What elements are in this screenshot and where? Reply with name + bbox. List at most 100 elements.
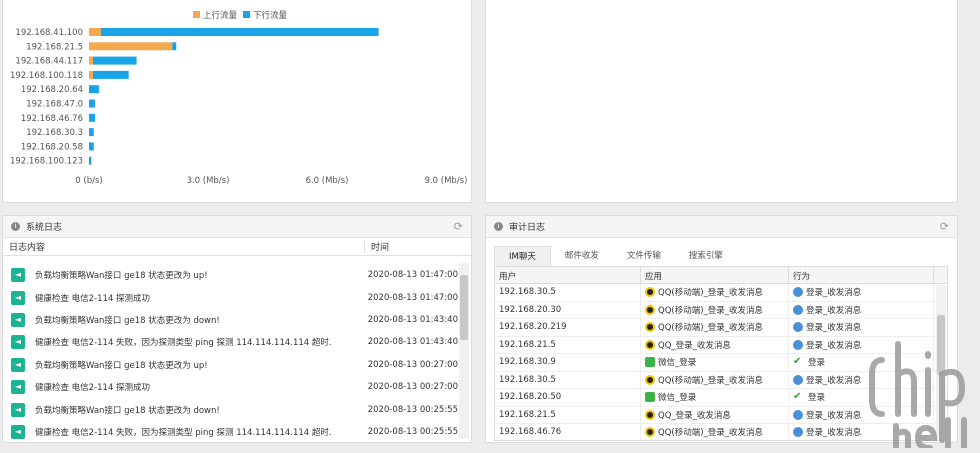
bar-up[interactable] xyxy=(89,56,93,65)
action-text: 登录 xyxy=(808,358,826,369)
bar-down[interactable] xyxy=(89,156,92,165)
cell-user: 192.168.20.30 xyxy=(495,301,641,318)
cell-app: QQ_登录_收发消息 xyxy=(641,336,789,353)
cell-app: QQ(移动端)_登录_收发消息 xyxy=(641,301,789,318)
y-tick-label: 192.168.20.58 xyxy=(21,142,83,152)
megaphone-icon: ◄ xyxy=(11,424,25,439)
treemap-cell[interactable]: 百度网盘_下载 xyxy=(760,6,890,113)
log-text: 健康检查 电信2-114 失败，因为探测类型 ping 探测 114.114.1… xyxy=(34,338,332,349)
col-app[interactable]: 应用 xyxy=(641,267,789,283)
log-col-content[interactable]: 日志内容 xyxy=(3,240,365,253)
log-text: 负载均衡策略Wan接口 ge18 状态更改为 up! xyxy=(34,360,208,371)
log-row: ◄ 负载均衡策略Wan接口 ge18 状态更改为 down! 2020-08-13 … xyxy=(3,398,458,420)
user-ip: 192.168.46.76 xyxy=(499,427,562,438)
bar-up[interactable] xyxy=(89,42,173,51)
user-ip: 192.168.20.219 xyxy=(499,322,567,333)
app-name: QQ_登录_收发消息 xyxy=(658,410,731,421)
action-text: 登录_收发消息 xyxy=(806,323,862,334)
treemap-cell[interactable]: 网络视频_语音_看视频 xyxy=(494,6,760,109)
app-name: QQ(移动端)_登录_收发消息 xyxy=(658,375,764,386)
x-tick-label: 9.0 (Mb/s) xyxy=(425,176,468,186)
wechat-icon xyxy=(645,392,655,403)
cell-app: QQ(移动端)_登录_收发消息 xyxy=(641,371,789,388)
bar-down[interactable] xyxy=(89,85,99,94)
x-tick-label: 6.0 (Mb/s) xyxy=(306,176,349,186)
cell-user: 192.168.21.5 xyxy=(495,336,641,353)
tab-file-transfer[interactable]: 文件传输 xyxy=(613,246,675,266)
qq-icon xyxy=(645,374,655,385)
cell-action: 登录_收发消息 xyxy=(789,301,934,318)
bar-down[interactable] xyxy=(92,56,137,65)
bar-down[interactable] xyxy=(100,28,379,36)
log-text: 健康检查 电信2-114 探测成功 xyxy=(34,293,151,304)
log-text: 健康检查 电信2-114 探测成功 xyxy=(34,383,151,394)
traffic-bar-chart-panel: 上行流量 下行流量 192.168.41.100 192.168.21.5 192.… xyxy=(2,0,472,203)
log-scrollbar[interactable] xyxy=(459,263,469,439)
cell-app: QQ(移动端)_登录_收发消息 xyxy=(641,424,789,440)
audit-log-header: i 审计日志 ⟳ xyxy=(486,216,957,238)
user-icon xyxy=(793,427,803,438)
treemap-cell[interactable]: 网页浏览(HTTP) xyxy=(494,109,760,195)
treemap-cell[interactable]: 安全传输层协... xyxy=(890,6,949,113)
audit-log-title: 审计日志 xyxy=(509,223,546,233)
tab-im-chat[interactable]: IM聊天 xyxy=(494,246,551,266)
megaphone-icon: ◄ xyxy=(11,290,25,305)
col-action[interactable]: 行为 xyxy=(789,267,934,283)
log-table-header: 日志内容 时间 xyxy=(3,238,471,256)
action-text: 登录_收发消息 xyxy=(806,375,862,386)
action-text: 登录_收发消息 xyxy=(806,428,862,439)
megaphone-icon: ◄ xyxy=(11,402,25,417)
user-ip: 192.168.21.5 xyxy=(499,409,556,420)
bar-up[interactable] xyxy=(89,70,93,79)
col-user[interactable]: 用户 xyxy=(495,267,641,283)
treemap-cell[interactable]: 其他TCP xyxy=(903,173,949,195)
megaphone-icon: ◄ xyxy=(11,380,25,395)
bar-up[interactable] xyxy=(89,28,101,36)
cell-user: 192.168.20.219 xyxy=(495,319,641,336)
audit-row[interactable]: 192.168.20.30 QQ(移动端)_登录_收发消息 登录_收发消息 xyxy=(495,301,947,319)
user-ip: 192.168.20.50 xyxy=(499,392,562,403)
treemap-cell[interactable]: 微信_登录 xyxy=(830,173,903,195)
bar-down[interactable] xyxy=(89,99,95,108)
log-row: ◄ 负载均衡策略Wan接口 ge18 状态更改为 up! 2020-08-13 00… xyxy=(3,354,458,376)
app-name: QQ(移动端)_登录_收发消息 xyxy=(658,288,764,299)
bar-down[interactable] xyxy=(92,70,129,79)
refresh-icon[interactable]: ⟳ xyxy=(940,220,949,233)
y-tick-label: 192.168.100.118 xyxy=(10,71,83,81)
tab-email[interactable]: 邮件收发 xyxy=(551,246,613,266)
log-row: ◄ 健康检查 电信2-114 探测成功 2020-08-13 01:47:00 xyxy=(3,286,458,308)
cell-app: QQ(移动端)_登录_收发消息 xyxy=(641,284,789,301)
y-tick-label: 192.168.46.76 xyxy=(21,114,83,124)
treemap-cell[interactable] xyxy=(903,113,928,173)
treemap-label: 腾讯资源_下载 xyxy=(840,138,893,148)
traffic-bar-chart: 上行流量 下行流量 192.168.41.100 192.168.21.5 192.… xyxy=(10,10,468,186)
treemap-cell[interactable] xyxy=(928,113,949,173)
y-tick-label: 192.168.44.117 xyxy=(15,57,83,67)
bar-down[interactable] xyxy=(89,128,94,137)
qq-icon xyxy=(645,427,655,438)
app-name: QQ(移动端)_登录_收发消息 xyxy=(658,323,764,334)
action-text: 登录_收发消息 xyxy=(806,305,862,316)
bar-down[interactable] xyxy=(172,42,177,51)
log-time: 2020-08-13 01:43:40 xyxy=(367,337,458,348)
bar-down[interactable] xyxy=(89,142,94,151)
user-icon xyxy=(793,374,803,385)
cell-user: 192.168.21.5 xyxy=(495,406,641,423)
chiphell-watermark xyxy=(869,341,967,448)
log-scroll-thumb[interactable] xyxy=(460,275,468,340)
chart-legend[interactable]: 上行流量 下行流量 xyxy=(193,10,288,21)
refresh-icon[interactable]: ⟳ xyxy=(454,220,463,233)
user-ip: 192.168.21.5 xyxy=(499,339,556,350)
treemap-cell[interactable]: 网银数据 xyxy=(760,113,830,195)
legend-down-swatch xyxy=(243,11,250,18)
log-time: 2020-08-13 00:25:55 xyxy=(367,426,458,437)
treemap-cell[interactable]: 腾讯资源_下载 xyxy=(830,113,903,173)
user-ip: 192.168.30.9 xyxy=(499,357,556,368)
action-text: 登录_收发消息 xyxy=(806,340,862,351)
user-icon xyxy=(793,339,803,350)
bar-down[interactable] xyxy=(89,113,95,122)
log-col-time[interactable]: 时间 xyxy=(365,240,389,253)
app-name: QQ_登录_收发消息 xyxy=(658,340,731,351)
audit-row[interactable]: 192.168.30.5 QQ(移动端)_登录_收发消息 登录_收发消息 xyxy=(495,284,947,302)
tab-search-engine[interactable]: 搜索引擎 xyxy=(675,246,737,266)
